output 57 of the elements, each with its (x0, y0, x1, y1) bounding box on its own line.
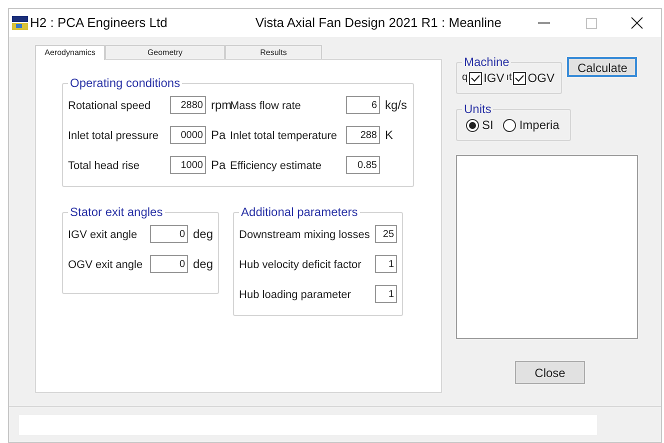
field-label: OGV exit angle (68, 259, 143, 271)
field-label: Rotational speed (68, 100, 151, 112)
check-icon (514, 74, 524, 82)
tab[interactable]: Aerodynamics (35, 45, 105, 60)
window-title: Vista Axial Fan Design 2021 R1 : Meanline (255, 14, 502, 32)
unit-label: Pa (211, 157, 226, 174)
input-field[interactable]: 25 (375, 225, 398, 243)
input-field[interactable]: 1 (375, 285, 398, 303)
field-label: Inlet total pressure (68, 130, 158, 142)
field-label: Hub loading parameter (239, 289, 351, 301)
unit-label: deg (193, 256, 214, 273)
input-field[interactable]: 288 (346, 126, 380, 144)
field-label: Downstream mixing losses (239, 229, 370, 241)
field-label: Inlet total temperature (230, 130, 338, 142)
unit-label: Pa (211, 127, 226, 144)
unit-label: kg/s (385, 97, 408, 114)
radio-label: SI (482, 117, 494, 134)
input-field[interactable]: 2880 (170, 96, 206, 114)
checkbox[interactable] (468, 72, 482, 84)
field-label: Hub velocity deficit factor (239, 259, 362, 271)
field-label: Efficiency estimate (230, 160, 322, 172)
input-field[interactable]: 0000 (170, 126, 206, 144)
field-label: Mass flow rate (230, 100, 301, 112)
group-title: Additional parameters (240, 205, 359, 219)
check-icon (470, 74, 480, 82)
field-label: IGV exit angle (68, 229, 138, 241)
field-label: Total head rise (68, 160, 140, 172)
unit-label: deg (193, 226, 214, 243)
close-button[interactable]: Close (515, 361, 585, 384)
output-text-area[interactable] (456, 155, 638, 339)
app-logo-icon (12, 16, 28, 30)
unit-label: rpm (211, 97, 232, 114)
calculate-button[interactable]: Calculate (567, 57, 638, 77)
radio-button[interactable] (466, 118, 479, 132)
input-field[interactable]: 0 (150, 225, 188, 243)
input-field[interactable]: 0 (150, 255, 188, 273)
group-title: Units (463, 102, 492, 116)
group-title: Machine (463, 55, 510, 69)
tab[interactable]: Geometry (105, 45, 225, 59)
checkbox[interactable] (512, 72, 526, 84)
radio-label: Imperia (519, 117, 560, 134)
clipped-label: q (462, 72, 468, 84)
input-field[interactable]: 6 (346, 96, 380, 114)
close-icon[interactable] (631, 17, 643, 29)
group-title: Operating conditions (69, 76, 182, 90)
tab[interactable]: Results (225, 45, 322, 59)
input-field[interactable]: 1000 (170, 156, 206, 174)
minimize-icon[interactable] (538, 22, 550, 24)
clipped-label: ıt (506, 72, 512, 84)
radio-button[interactable] (503, 118, 516, 132)
group-title: Stator exit angles (69, 205, 164, 219)
checkbox-label: IGV (484, 70, 504, 87)
window-app-title: H2 : PCA Engineers Ltd (30, 14, 168, 32)
checkbox-label: OGV (528, 70, 554, 87)
input-field[interactable]: 1 (375, 255, 398, 273)
input-field[interactable]: 0.85 (346, 156, 380, 174)
unit-label: K (385, 127, 394, 144)
